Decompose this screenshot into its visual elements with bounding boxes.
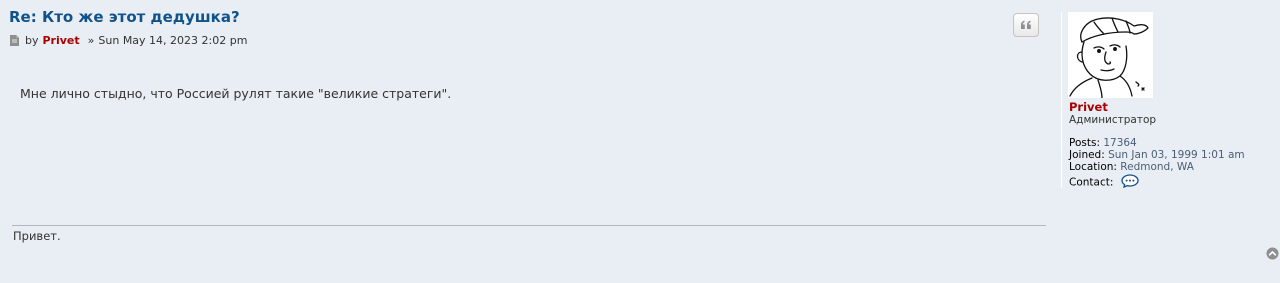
profile-rank: Администратор: [1069, 114, 1157, 126]
quote-icon: [1021, 20, 1031, 29]
profile-divider: [1061, 12, 1062, 188]
avatar[interactable]: [1068, 12, 1153, 99]
profile-joined: Joined: Sun Jan 03, 1999 1:01 am: [1069, 149, 1245, 161]
speech-bubble-icon[interactable]: [1121, 174, 1139, 191]
post-content: Мне лично стыдно, что Россией рулят таки…: [20, 86, 452, 101]
profile-location: Location: Redmond, WA: [1069, 161, 1194, 173]
post-meta-separator: »: [87, 34, 95, 47]
forum-post: Re: Кто же этот дедушка? by Privet » Sun…: [0, 0, 1280, 283]
back-to-top-icon[interactable]: [1266, 245, 1279, 260]
post-signature: Привет.: [13, 229, 61, 243]
post-author-link[interactable]: Privet: [43, 34, 80, 47]
profile-location-value: Redmond, WA: [1120, 161, 1194, 173]
profile-posts-label: Posts:: [1069, 137, 1100, 149]
quote-button[interactable]: [1013, 13, 1039, 37]
profile-posts: Posts: 17364: [1069, 137, 1137, 149]
profile-posts-value[interactable]: 17364: [1103, 137, 1136, 149]
profile-location-label: Location:: [1069, 161, 1117, 173]
post-meta-by-label: by: [25, 34, 39, 47]
post-title[interactable]: Re: Кто же этот дедушка?: [9, 8, 240, 26]
profile-joined-value: Sun Jan 03, 1999 1:01 am: [1108, 149, 1245, 161]
profile-username-link[interactable]: Privet: [1069, 100, 1108, 114]
profile-contact-label: Contact:: [1069, 176, 1114, 189]
post-date: Sun May 14, 2023 2:02 pm: [98, 34, 248, 47]
post-meta: by Privet » Sun May 14, 2023 2:02 pm: [10, 34, 247, 47]
profile-contact: Contact:: [1069, 174, 1139, 191]
post-document-icon[interactable]: [10, 35, 19, 46]
signature-divider: [12, 225, 1046, 226]
profile-joined-label: Joined:: [1069, 149, 1105, 161]
